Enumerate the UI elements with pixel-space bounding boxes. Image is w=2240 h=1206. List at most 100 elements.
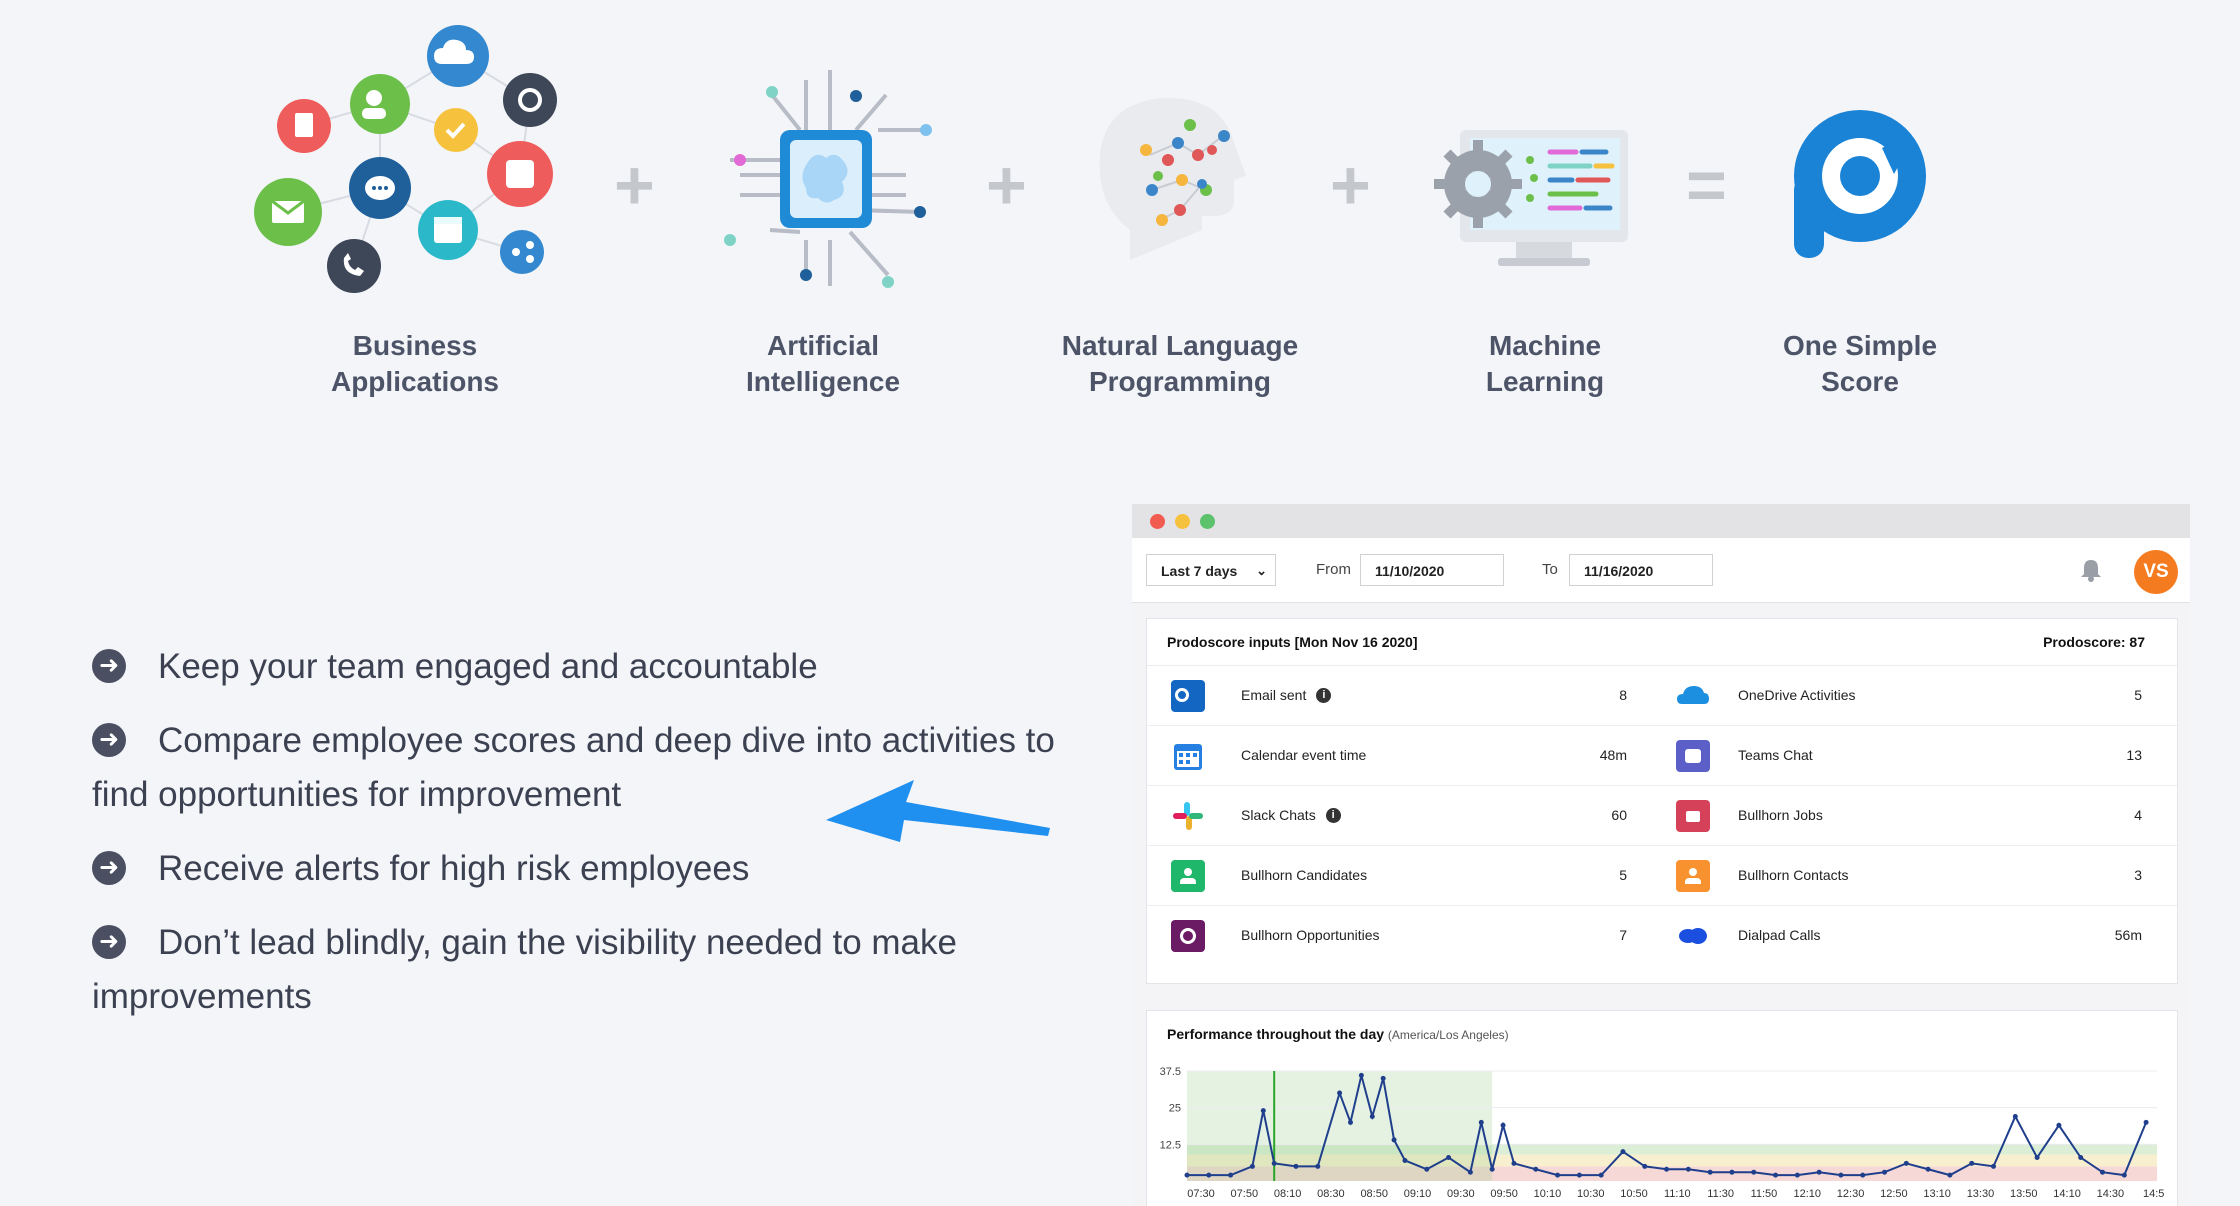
- input-name: Calendar event time: [1241, 747, 1367, 763]
- data-point: [1380, 1075, 1386, 1081]
- data-point: [1249, 1163, 1255, 1169]
- minimize-window-button[interactable]: [1175, 514, 1190, 529]
- machine-learning-label: Machine Learning: [1485, 330, 1605, 397]
- data-point: [2078, 1155, 2084, 1161]
- x-tick-label: 10:10: [1534, 1188, 1562, 1200]
- input-cell: OneDrive Activities 5: [1662, 666, 2177, 725]
- x-tick-label: 11:30: [1707, 1188, 1734, 1200]
- data-point: [1707, 1169, 1713, 1175]
- calendar-icon: [1174, 744, 1202, 770]
- input-value: 56m: [2114, 927, 2142, 943]
- arrow-circle-icon: ➜: [92, 850, 126, 885]
- data-point: [1293, 1163, 1299, 1169]
- data-point: [1903, 1160, 1909, 1166]
- input-cell: Bullhorn Candidates 5: [1147, 846, 1662, 905]
- equals-operator: =: [1686, 146, 1727, 224]
- table-row: Email sent i 8 OneDrive Activities 5: [1147, 666, 2177, 726]
- machine-learning-item: Machine Learning: [1400, 0, 1690, 397]
- x-tick-label: 08:30: [1317, 1188, 1345, 1200]
- prodoscore-inputs-card: Prodoscore inputs [Mon Nov 16 2020] Prod…: [1146, 618, 2178, 984]
- input-name: Bullhorn Opportunities: [1241, 927, 1380, 943]
- from-label: From: [1316, 561, 1351, 578]
- user-avatar[interactable]: VS: [2134, 550, 2178, 594]
- x-tick-label: 14:5: [2143, 1188, 2164, 1200]
- x-tick-label: 14:10: [2053, 1188, 2081, 1200]
- data-point: [1729, 1169, 1735, 1175]
- y-tick-label: 12.5: [1160, 1139, 1181, 1151]
- from-date-input[interactable]: 11/10/2020: [1360, 554, 1504, 586]
- data-point: [1511, 1160, 1517, 1166]
- data-point: [1882, 1169, 1888, 1175]
- data-point: [2034, 1155, 2040, 1161]
- input-name: OneDrive Activities: [1738, 687, 1856, 703]
- teams-icon: [1676, 740, 1710, 772]
- natural-language-item: Natural Language Programming: [1040, 0, 1320, 397]
- benefit-item: ➜ Receive alerts for high risk employees: [92, 842, 1082, 896]
- data-point: [1533, 1166, 1539, 1172]
- one-simple-score-item: One Simple Score: [1760, 0, 1960, 397]
- input-name: Teams Chat: [1738, 747, 1813, 763]
- close-window-button[interactable]: [1150, 514, 1165, 529]
- input-value: 5: [2134, 687, 2142, 703]
- input-name: Email sent: [1241, 687, 1307, 703]
- data-point: [1315, 1163, 1321, 1169]
- data-point: [1206, 1172, 1212, 1178]
- window-titlebar: [1132, 504, 2190, 538]
- data-point: [1369, 1113, 1375, 1119]
- prodoscore-value: Prodoscore: 87: [2043, 634, 2145, 650]
- data-point: [1260, 1108, 1266, 1114]
- plus-operator: +: [986, 146, 1027, 224]
- data-point: [1620, 1149, 1626, 1155]
- performance-chart: 37.5 25 12.5 07:30 07:50 08:10 08:30 08:50 09:10…: [1160, 1066, 2165, 1200]
- data-point: [1947, 1172, 1953, 1178]
- data-point: [1860, 1172, 1866, 1178]
- info-icon[interactable]: i: [1325, 807, 1341, 823]
- y-tick-label: 37.5: [1160, 1066, 1181, 1078]
- business-applications-item: Business Applications: [240, 0, 590, 397]
- input-name: Bullhorn Jobs: [1738, 807, 1823, 823]
- to-date-input[interactable]: 11/16/2020: [1569, 554, 1713, 586]
- data-point: [1598, 1172, 1604, 1178]
- bullhorn-candidates-icon: [1171, 860, 1205, 892]
- performance-card: Performance throughout the day (America/…: [1146, 1010, 2178, 1206]
- monitor-gear-icon: [1434, 130, 1628, 266]
- data-point: [1467, 1169, 1473, 1175]
- pointer-arrow-icon: [826, 780, 1050, 842]
- data-point: [1664, 1166, 1670, 1172]
- x-tick-label: 07:50: [1231, 1188, 1259, 1200]
- input-name: Slack Chats: [1241, 807, 1316, 823]
- input-cell: Teams Chat 13: [1662, 726, 2177, 785]
- table-row: Bullhorn Opportunities 7 Dialpad Calls 5…: [1147, 906, 2177, 965]
- input-value: 60: [1611, 807, 1627, 823]
- data-point: [1642, 1163, 1648, 1169]
- data-point: [1391, 1137, 1397, 1143]
- inputs-title: Prodoscore inputs [Mon Nov 16 2020]: [1167, 634, 1418, 650]
- bell-icon[interactable]: [2080, 558, 2102, 582]
- to-label: To: [1542, 561, 1558, 578]
- x-tick-label: 12:30: [1837, 1188, 1865, 1200]
- input-cell: Bullhorn Jobs 4: [1662, 786, 2177, 845]
- artificial-intelligence-label: Artificial Intelligence: [745, 330, 901, 397]
- benefit-item: ➜ Don’t lead blindly, gain the visibility…: [92, 923, 957, 1016]
- filter-toolbar: Last 7 days ⌄ From 11/10/2020 To 11/16/2…: [1132, 538, 2190, 603]
- data-point: [1489, 1166, 1495, 1172]
- benefit-item: ➜ Keep your team engaged and accountable: [92, 640, 1082, 694]
- timezone-label: (America/Los Angeles): [1387, 1028, 1509, 1042]
- data-point: [1500, 1122, 1506, 1128]
- chevron-down-icon: ⌄: [1256, 563, 1267, 578]
- onedrive-icon: [1677, 686, 1709, 704]
- input-cell: Bullhorn Contacts 3: [1662, 846, 2177, 905]
- bullhorn-jobs-icon: [1676, 800, 1710, 832]
- data-point: [1794, 1172, 1800, 1178]
- date-range-select[interactable]: Last 7 days ⌄: [1146, 554, 1276, 586]
- head-icon: [1099, 97, 1246, 261]
- one-simple-score-label: One Simple Score: [1782, 330, 1938, 397]
- data-point: [1555, 1172, 1561, 1178]
- info-icon[interactable]: i: [1316, 687, 1332, 703]
- input-cell: Calendar event time 48m: [1147, 726, 1662, 785]
- x-tick-label: 09:10: [1404, 1188, 1432, 1200]
- data-point: [1816, 1169, 1822, 1175]
- data-point: [1838, 1172, 1844, 1178]
- data-point: [1773, 1172, 1779, 1178]
- maximize-window-button[interactable]: [1200, 514, 1215, 529]
